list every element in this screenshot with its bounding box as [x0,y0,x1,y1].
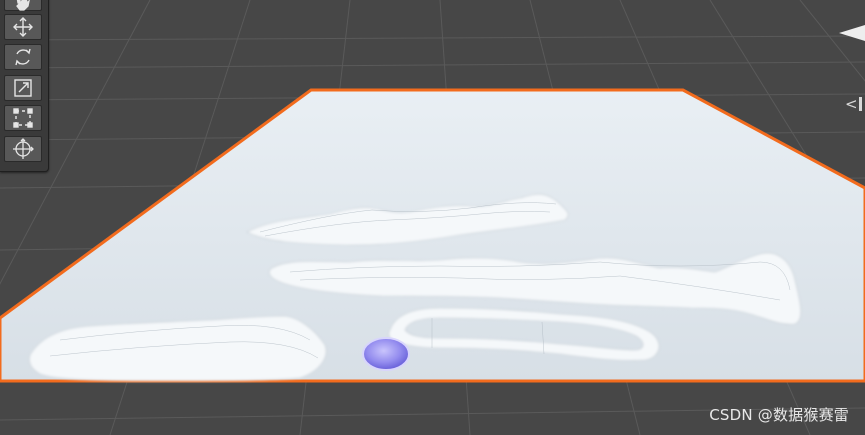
rect-tool-button[interactable] [4,105,42,131]
terrain-brush-cursor [362,337,410,371]
transform-tool-button[interactable] [4,136,42,162]
scene-viewport[interactable]: < CSDN @数据猴赛雷 [0,0,865,435]
terrain[interactable] [0,0,865,435]
scene-tool-palette [0,0,49,172]
scale-icon [14,79,32,97]
watermark: CSDN @数据猴赛雷 [709,406,849,424]
gizmo-label: < [845,95,858,113]
rotate-icon [15,48,31,66]
gizmo-axis-cone-icon [839,25,865,41]
transform-icon [13,138,34,159]
move-arrows-icon [13,17,33,37]
rect-transform-icon [13,108,33,128]
hand-icon [16,0,30,11]
hand-tool-button[interactable] [4,0,42,11]
move-tool-button[interactable] [4,14,42,40]
rotate-tool-button[interactable] [4,44,42,70]
scale-tool-button[interactable] [4,75,42,101]
orientation-gizmo[interactable]: < [833,20,865,120]
